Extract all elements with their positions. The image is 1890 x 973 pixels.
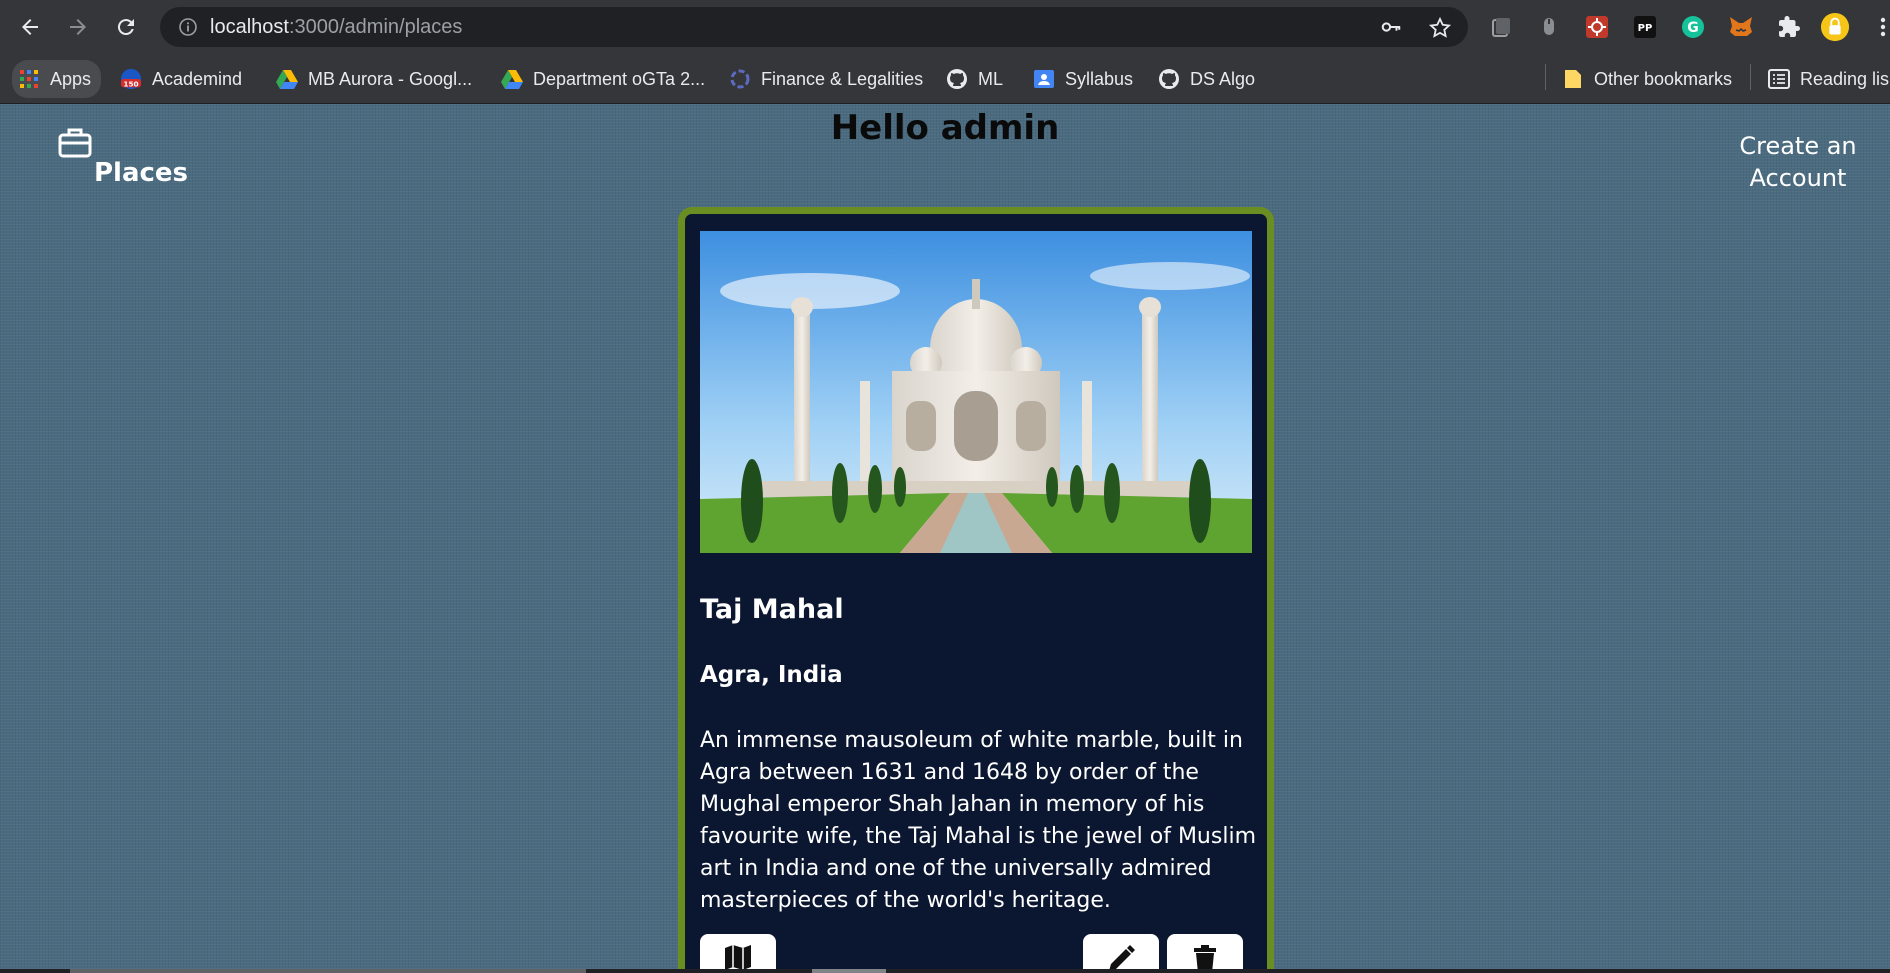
bookmark-label: Finance & Legalities [761, 68, 924, 89]
view-on-map-button[interactable] [700, 934, 776, 969]
bookmark-department[interactable]: Department oGTa 2... [501, 64, 705, 94]
folder-icon [1562, 68, 1584, 90]
profile-avatar-icon[interactable] [1820, 12, 1850, 42]
pencil-icon [1109, 945, 1135, 969]
puzzle-extensions-icon[interactable] [1774, 12, 1804, 42]
loader-icon [729, 68, 751, 90]
bookmark-label: ML [978, 68, 1004, 89]
bookmark-label: Department oGTa 2... [533, 68, 706, 89]
place-image [700, 231, 1252, 553]
arrow-left-icon [22, 19, 38, 35]
academind-icon: 150 [120, 68, 142, 90]
metamask-fox-icon[interactable] [1726, 12, 1756, 42]
reading-list[interactable]: Reading lis [1768, 64, 1889, 94]
delete-place-button[interactable] [1167, 934, 1243, 969]
google-drive-icon [501, 68, 523, 90]
menu-kebab-icon[interactable] [1868, 12, 1890, 42]
mouse-ext-icon[interactable] [1534, 12, 1564, 42]
pp-ext-icon[interactable]: PP [1630, 12, 1660, 42]
apps-grid-icon [18, 68, 40, 90]
bookmark-finance[interactable]: Finance & Legalities [729, 64, 923, 94]
arrow-right-icon [70, 19, 86, 35]
forward-button[interactable] [60, 9, 96, 45]
create-account-link[interactable]: Create an Account [1728, 130, 1868, 194]
page-content: Places Hello admin Create an Account Taj… [0, 104, 1890, 969]
virus-ext-icon[interactable] [1582, 12, 1612, 42]
bookmark-label: Apps [50, 68, 92, 89]
page-title: Hello admin [830, 108, 1060, 148]
other-bookmarks-label: Other bookmarks [1594, 68, 1733, 89]
bookmark-label: MB Aurora - Googl... [308, 68, 473, 89]
google-drive-icon [276, 68, 298, 90]
scrollbar-track [0, 969, 1890, 973]
place-description: An immense mausoleum of white marble, bu… [700, 728, 1256, 913]
bookmark-academind[interactable]: 150 Academind [120, 64, 242, 94]
trash-icon [1194, 945, 1216, 969]
grammarly-icon[interactable]: G [1678, 12, 1708, 42]
other-bookmarks[interactable]: Other bookmarks [1562, 64, 1732, 94]
bookmark-separator [1545, 64, 1546, 90]
map-icon [725, 945, 751, 969]
bookmark-label: Syllabus [1065, 68, 1134, 89]
place-card: Taj Mahal Agra, India An immense mausole… [678, 207, 1274, 969]
edit-place-button[interactable] [1083, 934, 1159, 969]
github-icon [1158, 68, 1180, 90]
bookmark-syllabus[interactable]: Syllabus [1033, 64, 1133, 94]
brand-link[interactable]: Places [94, 158, 188, 188]
google-classroom-icon [1033, 68, 1055, 90]
reload-button[interactable] [108, 9, 144, 45]
reading-list-icon [1768, 68, 1790, 90]
browser-toolbar: localhost:3000/admin/places PP G [0, 0, 1890, 54]
key-icon[interactable] [1380, 16, 1402, 42]
bookmark-mb-aurora[interactable]: MB Aurora - Googl... [276, 64, 472, 94]
place-name: Taj Mahal [700, 594, 844, 625]
scroll-indicator [70, 969, 586, 973]
site-info-icon[interactable] [178, 17, 198, 41]
svg-text:G: G [1687, 20, 1699, 36]
bookmark-label: Academind [152, 68, 243, 89]
back-button[interactable] [12, 9, 48, 45]
scroll-thumb[interactable] [812, 969, 886, 973]
bookmark-apps[interactable]: Apps [12, 60, 102, 98]
svg-text:150: 150 [123, 79, 138, 88]
place-location: Agra, India [700, 662, 843, 688]
star-icon[interactable] [1428, 16, 1452, 44]
address-bar[interactable]: localhost:3000/admin/places [160, 7, 1468, 47]
reload-icon [117, 19, 134, 36]
bookmark-label: DS Algo [1190, 68, 1256, 89]
bookmark-ml[interactable]: ML [946, 64, 1003, 94]
clipboard-ext-icon[interactable] [1486, 12, 1516, 42]
bookmarks-bar: Apps 150 Academind MB Aurora - Googl... … [0, 54, 1890, 104]
github-icon [946, 68, 968, 90]
bookmark-ds-algo[interactable]: DS Algo [1158, 64, 1255, 94]
reading-list-label: Reading lis [1800, 68, 1890, 89]
svg-text:PP: PP [1638, 23, 1653, 34]
url-text[interactable]: localhost:3000/admin/places [210, 16, 462, 39]
bookmark-separator [1750, 64, 1751, 90]
